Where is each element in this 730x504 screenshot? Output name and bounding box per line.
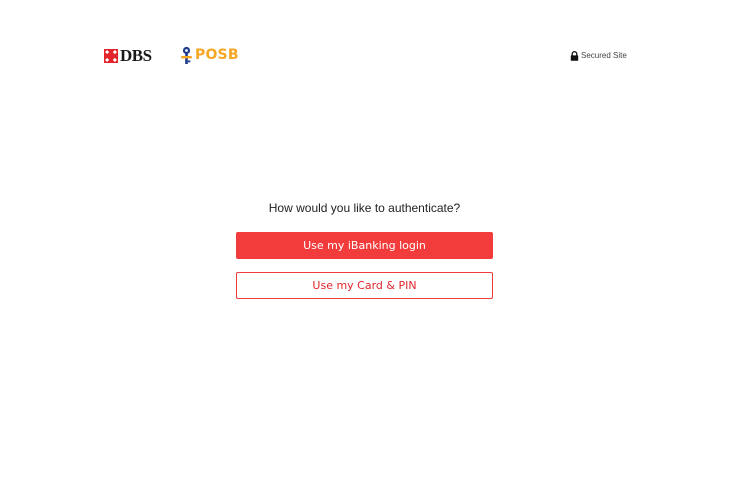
ibanking-login-button[interactable]: Use my iBanking login <box>236 232 493 259</box>
dbs-logo[interactable]: DBS <box>104 47 152 65</box>
auth-question: How would you like to authenticate? <box>268 201 461 215</box>
secured-site-label: Secured Site <box>581 51 627 60</box>
dbs-star-icon <box>104 49 118 63</box>
secured-site-badge: Secured Site <box>570 50 627 62</box>
dbs-logo-text: DBS <box>120 46 152 65</box>
header: DBS POSB Secured Site <box>0 0 730 80</box>
posb-logo-text: POSB <box>195 47 239 63</box>
posb-logo[interactable]: POSB <box>180 45 239 65</box>
posb-key-icon <box>181 46 192 64</box>
card-pin-button[interactable]: Use my Card & PIN <box>236 272 493 299</box>
lock-icon <box>570 51 579 61</box>
